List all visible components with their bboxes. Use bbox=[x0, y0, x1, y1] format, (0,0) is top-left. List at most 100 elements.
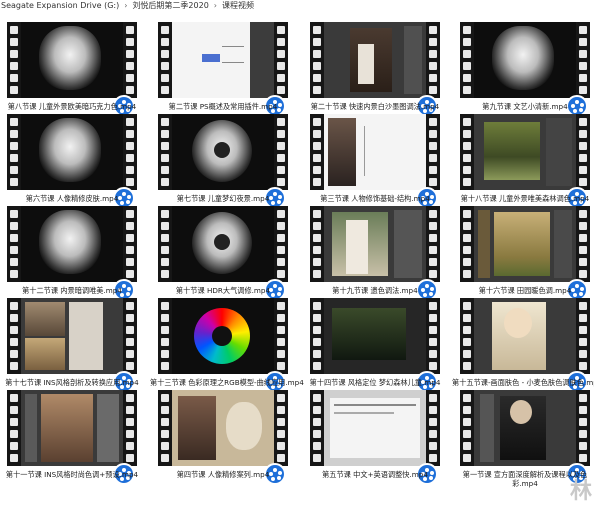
file-item[interactable]: 第十七节课 INS风格剖析及转换应用.mp4 bbox=[5, 298, 139, 393]
filmstrip-right bbox=[123, 206, 137, 282]
filmstrip-left bbox=[158, 298, 172, 374]
file-item[interactable]: 第四节课 人像精修案列.mp4 bbox=[158, 390, 288, 485]
sprocket-hole bbox=[161, 154, 169, 162]
video-thumbnail[interactable] bbox=[460, 114, 590, 190]
file-name[interactable]: 第三节课 人物修饰基础-结构.mp4 bbox=[302, 194, 448, 203]
sprocket-hole bbox=[277, 418, 285, 426]
video-thumbnail[interactable] bbox=[310, 206, 440, 282]
file-name[interactable]: 第十五节课-画面肤色 - 小麦色肤色调肤色.mp4 bbox=[452, 378, 594, 387]
video-thumbnail[interactable] bbox=[158, 206, 288, 282]
file-item[interactable]: 第十四节课 风格定位 梦幻森林儿童.mp4 bbox=[310, 298, 440, 393]
breadcrumb-drive[interactable]: Seagate Expansion Drive (G:) bbox=[0, 1, 120, 10]
filmstrip-left bbox=[158, 206, 172, 282]
file-name[interactable]: 第九节课 文艺小清新.mp4 bbox=[452, 102, 594, 111]
sprocket-hole bbox=[161, 454, 169, 462]
file-item[interactable]: 第六节课 人像精修皮肤.mp4 bbox=[7, 114, 137, 209]
file-name[interactable]: 第十八节课 儿童外景唯美森林调色.mp4 bbox=[452, 194, 594, 203]
breadcrumb-current[interactable]: 课程视频 bbox=[221, 1, 255, 10]
file-item[interactable]: 第二节课 PS概述及常用插件.mp4 bbox=[158, 22, 288, 117]
file-item[interactable]: 第十一节课 INS风格时尚色调+预设.mp4 bbox=[6, 390, 138, 485]
file-item[interactable]: 第十六节课 田园暖色调.mp4 bbox=[460, 206, 590, 301]
breadcrumb-folder[interactable]: 刘悦后期第二季2020 bbox=[131, 1, 209, 10]
video-thumbnail[interactable] bbox=[158, 390, 288, 466]
video-thumbnail[interactable] bbox=[158, 298, 288, 374]
sprocket-hole bbox=[463, 154, 471, 162]
sprocket-hole bbox=[463, 86, 471, 94]
file-item[interactable]: 第二十节课 快速内景白沙墨图调法.mp4 bbox=[310, 22, 440, 117]
sprocket-hole bbox=[161, 210, 169, 218]
video-thumbnail[interactable] bbox=[310, 22, 440, 98]
sprocket-hole bbox=[10, 178, 18, 186]
file-name[interactable]: 第二十节课 快速内景白沙墨图调法.mp4 bbox=[302, 102, 448, 111]
sprocket-hole bbox=[161, 350, 169, 358]
filmstrip-right bbox=[426, 206, 440, 282]
video-thumbnail[interactable] bbox=[310, 298, 440, 374]
file-name[interactable]: 第十四节课 风格定位 梦幻森林儿童.mp4 bbox=[302, 378, 448, 387]
sprocket-hole bbox=[10, 338, 18, 346]
video-thumbnail[interactable] bbox=[460, 390, 590, 466]
video-thumbnail[interactable] bbox=[158, 22, 288, 98]
video-thumbnail[interactable] bbox=[460, 22, 590, 98]
video-thumbnail[interactable] bbox=[7, 206, 137, 282]
sprocket-hole bbox=[10, 302, 18, 310]
file-item[interactable]: 第十九节课 遗色调法.mp4 bbox=[310, 206, 440, 301]
sprocket-hole bbox=[313, 258, 321, 266]
file-item[interactable]: 第七节课 儿童梦幻夜景.mp4 bbox=[158, 114, 288, 209]
file-name[interactable]: 第十二节课 内景暗调唯美.mp4 bbox=[0, 286, 145, 295]
sprocket-hole bbox=[277, 326, 285, 334]
sprocket-hole bbox=[313, 394, 321, 402]
filmstrip-right bbox=[274, 114, 288, 190]
filmstrip-right bbox=[123, 22, 137, 98]
video-thumbnail[interactable] bbox=[7, 22, 137, 98]
sprocket-hole bbox=[313, 38, 321, 46]
file-name[interactable]: 第十三节课 色彩原理之RGB模型-曲线应用.mp4 bbox=[150, 378, 304, 387]
sprocket-hole bbox=[277, 210, 285, 218]
filmstrip-right bbox=[576, 390, 590, 466]
video-thumbnail[interactable] bbox=[158, 114, 288, 190]
file-name[interactable]: 第六节课 人像精修皮肤.mp4 bbox=[0, 194, 145, 203]
file-name[interactable]: 第十九节课 遗色调法.mp4 bbox=[302, 286, 448, 295]
sprocket-hole bbox=[126, 86, 134, 94]
file-name[interactable]: 第十六节课 田园暖色调.mp4 bbox=[452, 286, 594, 295]
sprocket-hole bbox=[579, 394, 587, 402]
sprocket-hole bbox=[429, 130, 437, 138]
file-item[interactable]: 第八节课 儿童外景欧美暗巧克力色.mp4 bbox=[7, 22, 137, 117]
file-item[interactable]: 第一节课 宣方面深度解析及课程以及色彩.mp4 bbox=[460, 390, 590, 488]
video-thumbnail[interactable] bbox=[460, 206, 590, 282]
sprocket-hole bbox=[313, 86, 321, 94]
sprocket-hole bbox=[277, 302, 285, 310]
video-thumbnail[interactable] bbox=[310, 114, 440, 190]
file-item[interactable]: 第九节课 文艺小清新.mp4 bbox=[460, 22, 590, 117]
sprocket-hole bbox=[429, 246, 437, 254]
sprocket-hole bbox=[429, 222, 437, 230]
sprocket-hole bbox=[313, 302, 321, 310]
video-thumbnail[interactable] bbox=[7, 390, 137, 466]
sprocket-hole bbox=[161, 142, 169, 150]
video-thumbnail[interactable] bbox=[460, 298, 590, 374]
file-name[interactable]: 第五节课 中文+英语调整快.mp4 bbox=[302, 470, 448, 479]
sprocket-hole bbox=[313, 362, 321, 370]
sprocket-hole bbox=[579, 50, 587, 58]
file-item[interactable]: 第三节课 人物修饰基础-结构.mp4 bbox=[310, 114, 440, 209]
file-name[interactable]: 第十一节课 INS风格时尚色调+预设.mp4 bbox=[0, 470, 145, 479]
file-name[interactable]: 第七节课 儿童梦幻夜景.mp4 bbox=[150, 194, 296, 203]
file-name[interactable]: 第十节课 HDR大气调修.mp4 bbox=[150, 286, 296, 295]
file-item[interactable]: 第十二节课 内景暗调唯美.mp4 bbox=[7, 206, 137, 301]
sprocket-hole bbox=[429, 418, 437, 426]
sprocket-hole bbox=[313, 234, 321, 242]
file-name[interactable]: 第二节课 PS概述及常用插件.mp4 bbox=[150, 102, 296, 111]
file-item[interactable]: 第十三节课 色彩原理之RGB模型-曲线应用.mp4 bbox=[150, 298, 304, 393]
file-name[interactable]: 第四节课 人像精修案列.mp4 bbox=[150, 470, 296, 479]
file-name[interactable]: 第八节课 儿童外景欧美暗巧克力色.mp4 bbox=[0, 102, 145, 111]
sprocket-hole bbox=[579, 118, 587, 126]
file-item[interactable]: 第十节课 HDR大气调修.mp4 bbox=[158, 206, 288, 301]
video-thumbnail[interactable] bbox=[310, 390, 440, 466]
sprocket-hole bbox=[579, 326, 587, 334]
file-item[interactable]: 第五节课 中文+英语调整快.mp4 bbox=[310, 390, 440, 485]
file-item[interactable]: 第十五节课-画面肤色 - 小麦色肤色调肤色.mp4 bbox=[452, 298, 594, 393]
video-thumbnail[interactable] bbox=[7, 298, 137, 374]
file-name[interactable]: 第十七节课 INS风格剖析及转换应用.mp4 bbox=[0, 378, 145, 387]
sprocket-hole bbox=[579, 142, 587, 150]
file-item[interactable]: 第十八节课 儿童外景唯美森林调色.mp4 bbox=[460, 114, 590, 209]
video-thumbnail[interactable] bbox=[7, 114, 137, 190]
